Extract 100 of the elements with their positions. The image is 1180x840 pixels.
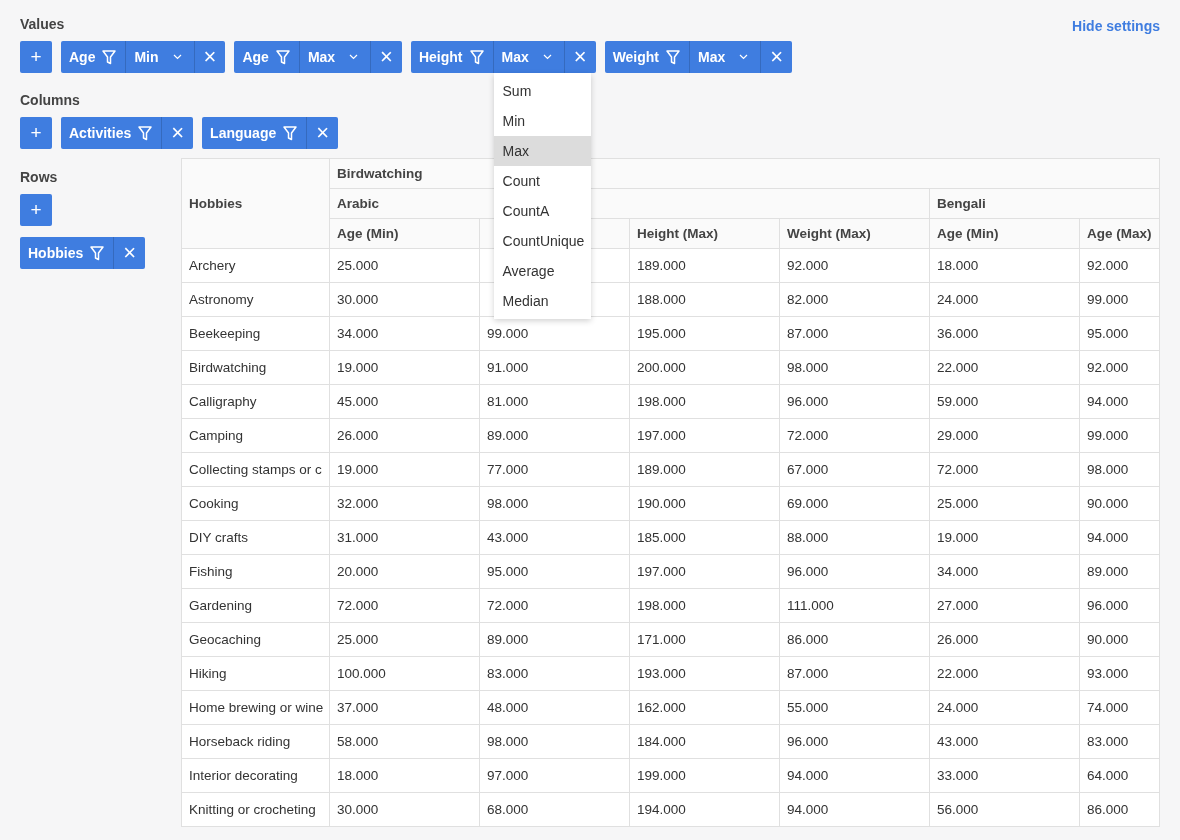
row-header-cell: Camping [181, 418, 330, 453]
row-header-cell: Geocaching [181, 622, 330, 657]
table-cell: 100.000 [329, 656, 480, 691]
menu-item[interactable]: CountUnique [493, 226, 591, 256]
field-button[interactable]: Age [234, 41, 299, 73]
table-cell: 86.000 [1079, 792, 1160, 827]
add-button[interactable]: + [20, 41, 52, 73]
field-button[interactable]: Hobbies [20, 237, 114, 269]
row-header-cell: Astronomy [181, 282, 330, 317]
table-cell: 93.000 [1079, 656, 1160, 691]
filter-icon [90, 245, 105, 261]
table-cell: 92.000 [1079, 350, 1160, 385]
table-cell: 19.000 [329, 452, 480, 487]
table-cell: 94.000 [1079, 384, 1160, 419]
table-cell: 87.000 [779, 656, 930, 691]
table-cell: 96.000 [779, 384, 930, 419]
section-label: Columns [20, 91, 80, 110]
table-cell: 190.000 [629, 486, 780, 521]
row-header-cell: Horseback riding [181, 724, 330, 759]
close-button[interactable]: × [113, 237, 146, 269]
close-button[interactable]: × [161, 117, 194, 149]
table-cell: 24.000 [929, 282, 1080, 317]
caret-icon [739, 54, 749, 60]
field-button[interactable]: Language [202, 117, 307, 149]
table-cell: 25.000 [929, 486, 1080, 521]
table-cell: 34.000 [929, 554, 1080, 589]
table-cell: 88.000 [779, 520, 930, 555]
table-cell: 98.000 [479, 486, 630, 521]
table-cell: 58.000 [329, 724, 480, 759]
close-button[interactable]: × [760, 41, 793, 73]
table-cell: 188.000 [629, 282, 780, 317]
table-cell: 199.000 [629, 758, 780, 793]
filter-icon [469, 49, 484, 65]
table-cell: 198.000 [629, 588, 780, 623]
table-cell: 59.000 [929, 384, 1080, 419]
table-cell: 22.000 [929, 350, 1080, 385]
filter-icon [102, 49, 117, 65]
table-cell: 37.000 [329, 690, 480, 725]
close-button[interactable]: × [193, 41, 226, 73]
add-button[interactable]: + [20, 117, 52, 149]
table-cell: 36.000 [929, 316, 1080, 351]
table-cell: 32.000 [329, 486, 480, 521]
table-cell: 97.000 [479, 758, 630, 793]
header-cell: Age (Max) [1079, 218, 1160, 249]
table-cell: 98.000 [479, 724, 630, 759]
close-button[interactable]: × [370, 41, 402, 73]
table-cell: 19.000 [929, 520, 1080, 555]
menu-item[interactable]: Max [493, 136, 591, 166]
row-header-cell: Hiking [181, 656, 330, 691]
row-header-cell: Calligraphy [181, 384, 330, 419]
table-cell: 48.000 [479, 690, 630, 725]
table-cell: 99.000 [479, 316, 630, 351]
table-cell: 96.000 [1079, 588, 1160, 623]
close-button[interactable]: × [563, 41, 596, 73]
aggregation-dropdown[interactable]: Max [298, 41, 371, 73]
field-button[interactable]: Age [61, 41, 126, 73]
filter-icon [666, 49, 681, 65]
table-cell: 68.000 [479, 792, 630, 827]
table-cell: 111.000 [779, 588, 930, 623]
table-cell: 45.000 [329, 384, 480, 419]
table-cell: 56.000 [929, 792, 1080, 827]
aggregation-dropdown[interactable]: Min [125, 41, 194, 73]
menu-item[interactable]: Average [493, 256, 591, 286]
row-header-cell: Gardening [181, 588, 330, 623]
table-cell: 25.000 [329, 622, 480, 657]
header-cell: Bengali [929, 188, 1160, 219]
table-cell: 33.000 [929, 758, 1080, 793]
table-cell: 31.000 [329, 520, 480, 555]
aggregation-dropdown[interactable]: Max [689, 41, 761, 73]
close-button[interactable]: × [306, 117, 339, 149]
filter-icon [283, 125, 298, 141]
header-cell: Height (Max) [629, 218, 780, 249]
add-button[interactable]: + [20, 194, 52, 226]
table-cell: 26.000 [329, 418, 480, 453]
table-cell: 24.000 [929, 690, 1080, 725]
table-cell: 72.000 [329, 588, 480, 623]
caret-icon [172, 54, 182, 60]
row-header-cell: Archery [181, 248, 330, 283]
table-cell: 81.000 [479, 384, 630, 419]
table-cell: 171.000 [629, 622, 780, 657]
section-label: Values [20, 15, 65, 34]
hide-settings-link[interactable]: Hide settings [1072, 18, 1160, 34]
field-button[interactable]: Activities [61, 117, 162, 149]
table-cell: 43.000 [479, 520, 630, 555]
table-cell: 95.000 [479, 554, 630, 589]
table-cell: 72.000 [479, 588, 630, 623]
table-cell: 19.000 [329, 350, 480, 385]
header-cell: Age (Min) [329, 218, 480, 249]
table-cell: 94.000 [779, 758, 930, 793]
menu-item[interactable]: Min [493, 106, 591, 136]
table-cell: 98.000 [1079, 452, 1160, 487]
table-cell: 89.000 [479, 418, 630, 453]
table-cell: 34.000 [329, 316, 480, 351]
table-cell: 67.000 [779, 452, 930, 487]
table-cell: 69.000 [779, 486, 930, 521]
table-cell: 74.000 [1079, 690, 1160, 725]
field-button[interactable]: Weight [604, 41, 690, 73]
field-button[interactable]: Height [410, 41, 493, 73]
table-cell: 30.000 [329, 282, 480, 317]
menu-item[interactable]: Sum [493, 76, 591, 106]
